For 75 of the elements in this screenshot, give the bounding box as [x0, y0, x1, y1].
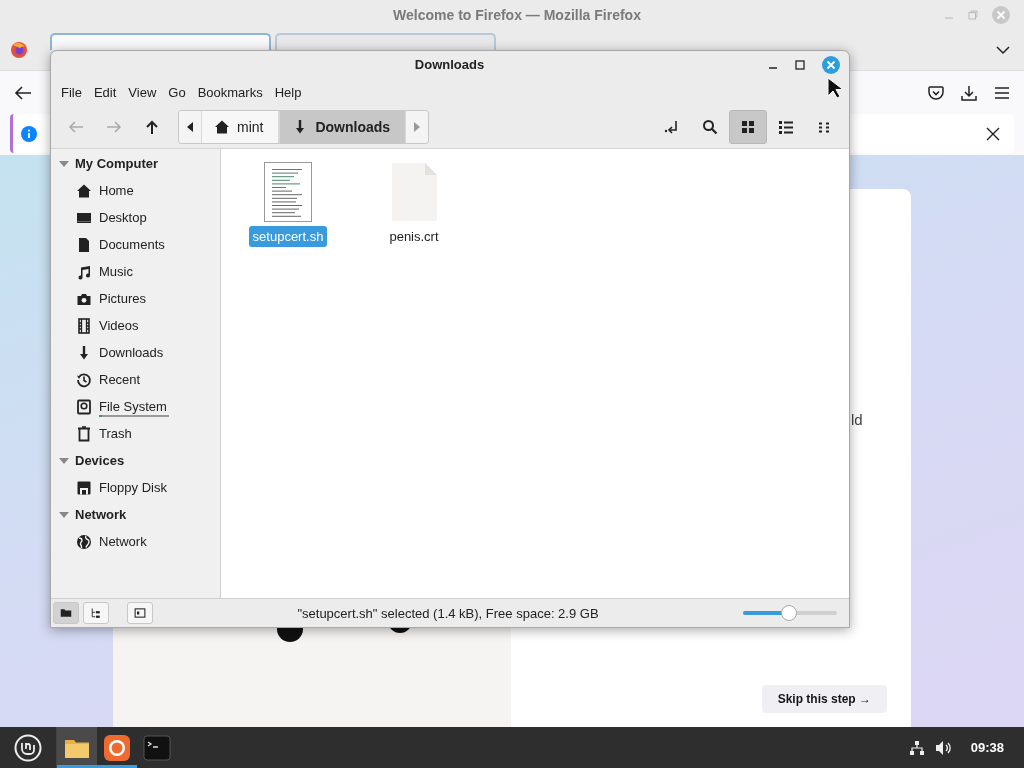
- network-icon[interactable]: [908, 739, 925, 756]
- mouse-pointer-icon: [827, 77, 845, 99]
- sidebar-item[interactable]: Pictures: [51, 285, 220, 312]
- globe-icon: [76, 533, 92, 550]
- section-heading: Devices: [75, 453, 125, 468]
- firefox-logo-icon: [10, 41, 28, 59]
- sidebar-item[interactable]: Desktop: [51, 204, 220, 231]
- text-file-thumbnail-icon: [264, 162, 312, 222]
- pocket-icon[interactable]: [928, 84, 944, 101]
- home-icon: [76, 182, 92, 199]
- menu-icon[interactable]: [994, 84, 1010, 101]
- section-heading: My Computer: [75, 156, 159, 171]
- sidebar-item[interactable]: Network: [51, 528, 220, 555]
- sidebar-toggle-button[interactable]: [127, 602, 153, 624]
- maximize-icon[interactable]: [795, 59, 805, 70]
- up-arrow-icon[interactable]: [144, 119, 160, 135]
- music-note-icon: [76, 263, 92, 280]
- sidebar-item[interactable]: Trash: [51, 420, 220, 447]
- sidebar-item[interactable]: Downloads: [51, 339, 220, 366]
- trash-icon: [76, 425, 92, 442]
- list-view-icon: [778, 119, 794, 135]
- sidebar-item[interactable]: Documents: [51, 231, 220, 258]
- return-arrow-icon[interactable]: [664, 119, 680, 135]
- info-icon: [21, 125, 37, 142]
- menu-item[interactable]: Help: [268, 81, 308, 103]
- grid-view-icon: [740, 119, 756, 135]
- window-title: Welcome to Firefox — Mozilla Firefox: [392, 7, 642, 23]
- body-text: ld: [851, 411, 864, 428]
- sidebar-item[interactable]: Home: [51, 177, 220, 204]
- menu-item[interactable]: File: [55, 81, 88, 103]
- file-name[interactable]: penis.crt: [385, 226, 443, 247]
- search-icon[interactable]: [702, 119, 718, 135]
- sidebar-item[interactable]: Floppy Disk: [51, 474, 220, 501]
- chevron-down-icon[interactable]: [996, 43, 1010, 57]
- close-icon[interactable]: [986, 126, 1000, 141]
- sidebar-item[interactable]: File System: [51, 393, 220, 420]
- status-text: "setupcert.sh" selected (1.4 kB), Free space: 2.9 GB: [296, 605, 600, 621]
- firefox-logo-icon: [103, 733, 131, 762]
- caret-right-icon[interactable]: [413, 121, 422, 133]
- back-arrow-icon[interactable]: [14, 84, 32, 101]
- clock[interactable]: 09:38: [970, 740, 1004, 755]
- expander-down-icon[interactable]: [59, 509, 69, 520]
- window-title: Downloads: [413, 57, 486, 72]
- terminal-icon: [143, 733, 171, 762]
- mint-logo-icon: [14, 733, 42, 762]
- expander-down-icon[interactable]: [59, 455, 69, 466]
- menu-item[interactable]: View: [122, 81, 163, 103]
- sidebar-item[interactable]: Videos: [51, 312, 220, 339]
- sidebar-icon: [134, 607, 146, 619]
- taskbar-app[interactable]: [57, 727, 97, 768]
- film-icon: [76, 317, 92, 334]
- home-icon: [214, 119, 230, 135]
- caret-left-icon[interactable]: [186, 121, 194, 133]
- menu-item[interactable]: Edit: [87, 81, 123, 103]
- sidebar-item[interactable]: Music: [51, 258, 220, 285]
- section-heading: Network: [75, 507, 127, 522]
- pane-button[interactable]: [53, 602, 79, 624]
- pane-button[interactable]: [83, 602, 109, 624]
- file-icon: [390, 162, 438, 222]
- menu-item[interactable]: Bookmarks: [191, 81, 269, 103]
- tree-icon: [90, 607, 102, 619]
- folder-icon: [60, 607, 72, 619]
- path-button[interactable]: Downloads: [279, 111, 407, 143]
- skip-button[interactable]: Skip this step →: [761, 685, 887, 713]
- document-icon: [76, 236, 92, 253]
- path-button[interactable]: mint: [201, 111, 280, 143]
- grid-view-button[interactable]: [729, 110, 767, 144]
- sidebar-item[interactable]: Recent: [51, 366, 220, 393]
- floppy-icon: [76, 479, 92, 496]
- menu-item[interactable]: Go: [162, 81, 192, 103]
- zoom-slider[interactable]: [743, 605, 837, 621]
- volume-icon[interactable]: [934, 739, 953, 756]
- expander-down-icon[interactable]: [59, 158, 69, 169]
- clock-icon: [76, 371, 92, 388]
- download-icon[interactable]: [961, 84, 977, 101]
